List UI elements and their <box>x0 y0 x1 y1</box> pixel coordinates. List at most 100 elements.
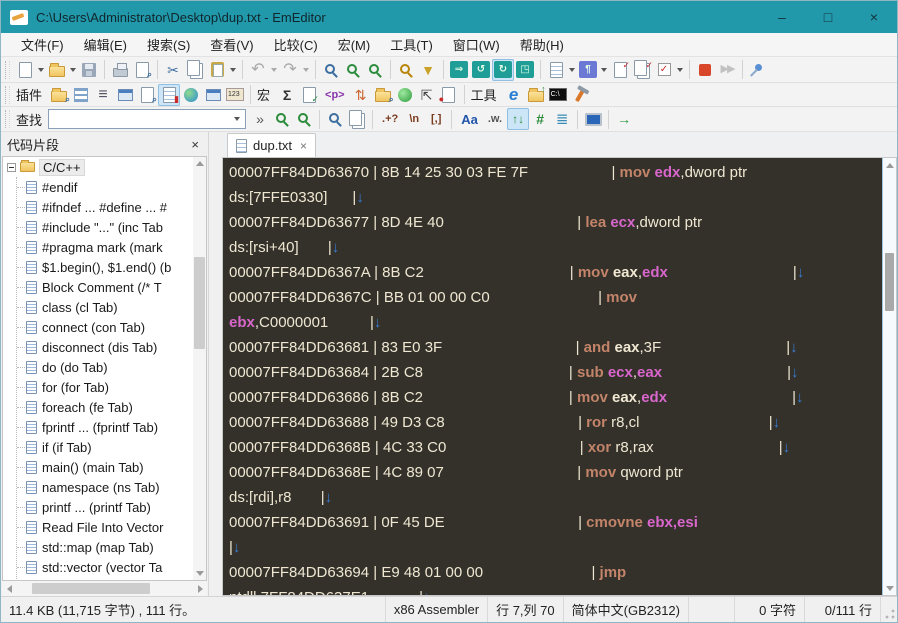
undo-button[interactable]: ↶ <box>247 59 269 81</box>
macro-list-button[interactable]: ✓ <box>653 59 675 81</box>
find-in-files-button[interactable] <box>395 59 417 81</box>
find-combo-dropdown[interactable] <box>229 110 245 128</box>
updown-search-button[interactable]: ↑↓ <box>507 108 530 130</box>
menu-item[interactable]: 帮助(H) <box>510 33 574 56</box>
find-next-button[interactable] <box>342 59 364 81</box>
macro-findpair-button[interactable]: ⌕ <box>372 84 394 106</box>
snippet-item[interactable]: if (if Tab) <box>17 437 206 457</box>
wrap-none-button[interactable]: ⇒ <box>448 59 470 81</box>
redo-button[interactable]: ↷ <box>279 59 301 81</box>
minimize-button[interactable]: – <box>759 1 805 33</box>
tree-vscrollbar[interactable] <box>193 157 206 580</box>
editor-row[interactable]: ds:[7FFE0330] |↓ <box>229 185 882 210</box>
find-next-green-button[interactable] <box>293 108 315 130</box>
open-file-button[interactable] <box>46 59 68 81</box>
snippet-item[interactable]: Read File Into Vector <box>17 517 206 537</box>
editor-row[interactable]: |↓ <box>229 535 882 560</box>
macro-check-button[interactable]: ✓ <box>298 84 320 106</box>
close-button[interactable]: × <box>851 1 897 33</box>
editor-row[interactable]: 00007FF84DD6368E | 4C 89 07 | mov qword … <box>229 460 882 485</box>
paste-button[interactable] <box>206 59 228 81</box>
escape-seq-button[interactable]: \n <box>403 108 425 130</box>
menu-item[interactable]: 编辑(E) <box>74 33 137 56</box>
undo-dropdown[interactable] <box>269 59 279 81</box>
scroll-right-arrow[interactable] <box>193 584 207 593</box>
menu-item[interactable]: 宏(M) <box>328 33 381 56</box>
scroll-up-arrow[interactable] <box>883 158 896 172</box>
editor-row[interactable]: ds:[rsi+40] |↓ <box>229 235 882 260</box>
editor-vscroll-thumb[interactable] <box>885 253 894 311</box>
print-preview-button[interactable]: ⌕ <box>131 59 153 81</box>
tool-folder-up-button[interactable]: ↑ <box>525 84 547 106</box>
goto-button[interactable]: → <box>613 108 635 130</box>
snippet-item[interactable]: #ifndef ... #define ... # <box>17 197 206 217</box>
editor-row[interactable]: 00007FF84DD6368B | 4C 33 C0 | xor r8,rax… <box>229 435 882 460</box>
editor-row[interactable]: 00007FF84DD63670 | 8B 14 25 30 03 FE 7F … <box>229 160 882 185</box>
snippet-item[interactable]: #include "..." (inc Tab <box>17 217 206 237</box>
macro-record-button[interactable]: ✓ <box>609 59 631 81</box>
find-prev-green-button[interactable] <box>271 108 293 130</box>
snippet-item[interactable]: namespace (ns Tab) <box>17 477 206 497</box>
maximize-button[interactable]: □ <box>805 1 851 33</box>
pin-button[interactable] <box>747 59 769 81</box>
snippets-tree[interactable]: C/C++ #endif #ifndef ... #define ... # #in… <box>2 156 207 581</box>
snippet-item[interactable]: foreach (fe Tab) <box>17 397 206 417</box>
editor-row[interactable]: 00007FF84DD63684 | 2B C8 | sub ecx,eax |… <box>229 360 882 385</box>
zoom-button[interactable] <box>320 59 342 81</box>
find-extract-button[interactable] <box>346 108 368 130</box>
tool-cmd-button[interactable]: C:\ <box>547 84 569 106</box>
scroll-down-arrow[interactable] <box>883 581 896 595</box>
snippet-item[interactable]: fprintf ... (fprintf Tab) <box>17 417 206 437</box>
new-file-dropdown[interactable] <box>36 59 46 81</box>
status-syntax[interactable]: x86 Assembler <box>386 597 489 622</box>
collapse-icon[interactable] <box>7 162 16 172</box>
macro-sum-button[interactable]: Σ <box>276 84 298 106</box>
find-dialog-button[interactable] <box>324 108 346 130</box>
filter-list-button[interactable]: ≣ <box>551 108 573 130</box>
save-button[interactable] <box>78 59 100 81</box>
marks-button[interactable]: ¶ <box>577 59 599 81</box>
tree-vscroll-thumb[interactable] <box>194 257 205 349</box>
editor-row[interactable]: 00007FF84DD63681 | 83 E0 3F | and eax,3F… <box>229 335 882 360</box>
regex-button[interactable]: .+? <box>377 108 403 130</box>
outline-dropdown[interactable] <box>567 59 577 81</box>
filter-button[interactable]: ▼ <box>417 59 439 81</box>
new-file-button[interactable] <box>14 59 36 81</box>
menu-item[interactable]: 搜索(S) <box>137 33 200 56</box>
menu-item[interactable]: 比较(C) <box>264 33 328 56</box>
scroll-up-arrow[interactable] <box>195 157 204 170</box>
plugin-projects-button[interactable]: ⌕ <box>48 84 70 106</box>
status-position[interactable]: 行 7,列 70 <box>488 597 564 622</box>
tree-hscroll-thumb[interactable] <box>32 583 150 594</box>
panel-splitter[interactable] <box>209 132 222 596</box>
find-combobox[interactable] <box>48 109 247 129</box>
editor-row[interactable]: ntdll.7FF84DD637E1 |↓ <box>229 585 882 595</box>
snippet-item[interactable]: $1.begin(), $1.end() (b <box>17 257 206 277</box>
wrap-window-button[interactable]: ↻ <box>492 58 514 81</box>
plugin-sync-button[interactable] <box>202 84 224 106</box>
plugin-numbering-button[interactable]: 123 <box>224 84 246 106</box>
tab-dup-txt[interactable]: dup.txt × <box>227 133 317 157</box>
redo-dropdown[interactable] <box>301 59 311 81</box>
macro-run-button[interactable]: ✓ <box>631 59 653 81</box>
snippet-item[interactable]: std::vector (vector Ta <box>17 557 206 577</box>
editor-row[interactable]: 00007FF84DD63677 | 8D 4E 40 | lea ecx,dw… <box>229 210 882 235</box>
run-button[interactable]: ▶▶ <box>716 59 738 81</box>
editor-vscrollbar[interactable] <box>882 158 896 595</box>
tab-close-button[interactable]: × <box>300 139 307 153</box>
editor-row[interactable]: 00007FF84DD63694 | E9 48 01 00 00 | jmp <box>229 560 882 585</box>
tool-browser-button[interactable]: e <box>503 84 525 106</box>
snippet-item[interactable]: #endif <box>17 177 206 197</box>
cut-button[interactable]: ✂ <box>162 59 184 81</box>
editor-text[interactable]: 00007FF84DD63670 | 8B 14 25 30 03 FE 7F … <box>223 158 882 595</box>
scroll-down-arrow[interactable] <box>195 567 204 580</box>
find-overflow-button[interactable]: » <box>249 108 271 130</box>
toolbar-drag-handle[interactable] <box>5 110 10 128</box>
outline-button[interactable] <box>545 59 567 81</box>
snippet-item[interactable]: connect (con Tab) <box>17 317 206 337</box>
macro-tag-button[interactable]: <p> <box>320 84 350 106</box>
macro-list-dropdown[interactable] <box>675 59 685 81</box>
editor-row[interactable]: ebx,C0000001 |↓ <box>229 310 882 335</box>
macro-select-button[interactable]: ⇱ <box>416 84 438 106</box>
paste-dropdown[interactable] <box>228 59 238 81</box>
